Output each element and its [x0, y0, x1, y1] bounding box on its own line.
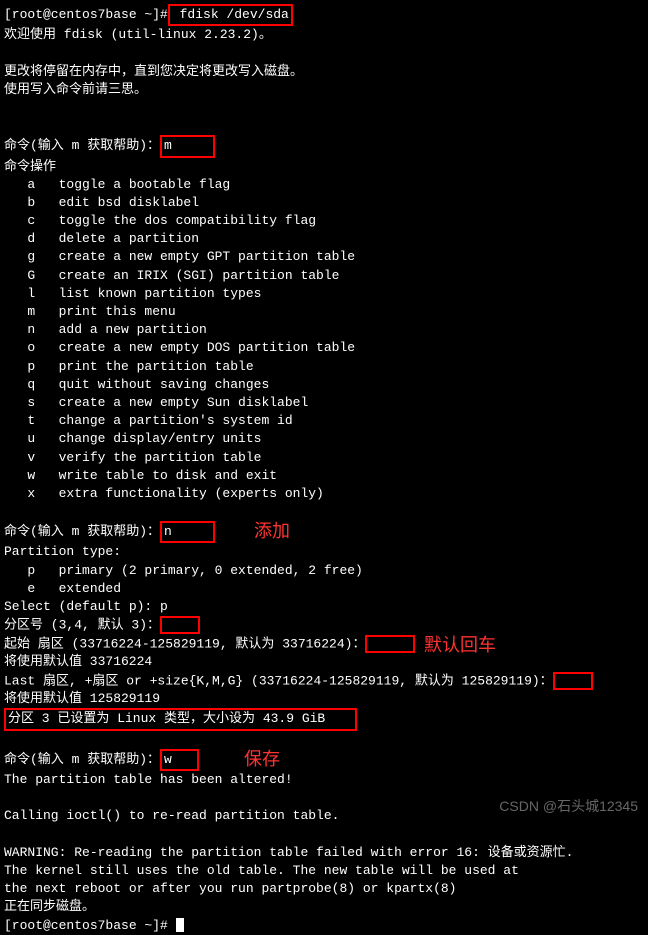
fdisk-menu-item: w write table to disk and exit [4, 467, 644, 485]
terminal-line: WARNING: Re-reading the partition table … [4, 844, 644, 862]
fdisk-menu-item: t change a partition's system id [4, 412, 644, 430]
terminal-line: 更改将停留在内存中，直到您决定将更改写入磁盘。 [4, 63, 644, 81]
fdisk-menu: a toggle a bootable flag b edit bsd disk… [4, 176, 644, 503]
highlight-command: fdisk /dev/sda [168, 4, 293, 26]
fdisk-menu-item: G create an IRIX (SGI) partition table [4, 267, 644, 285]
fdisk-menu-item: g create a new empty GPT partition table [4, 248, 644, 266]
fdisk-menu-item: c toggle the dos compatibility flag [4, 212, 644, 230]
fdisk-menu-item: x extra functionality (experts only) [4, 485, 644, 503]
fdisk-menu-item: s create a new empty Sun disklabel [4, 394, 644, 412]
highlight-empty-input [553, 672, 593, 690]
terminal-line: e extended [4, 580, 644, 598]
terminal-line: Select (default p): p [4, 598, 644, 616]
terminal-line: The kernel still uses the old table. The… [4, 862, 644, 880]
terminal-line: 命令(输入 m 获取帮助)：w 保存 [4, 749, 644, 771]
terminal-line [4, 99, 644, 117]
terminal-line [4, 117, 644, 135]
highlight-empty-input [365, 635, 415, 653]
highlight-empty-input [160, 616, 200, 634]
highlight-partition-result: 分区 3 已设置为 Linux 类型，大小设为 43.9 GiB [4, 708, 357, 730]
terminal-line [4, 44, 644, 62]
fdisk-menu-item: b edit bsd disklabel [4, 194, 644, 212]
fdisk-menu-item: n add a new partition [4, 321, 644, 339]
terminal-line: 将使用默认值 125829119 [4, 690, 644, 708]
terminal-line: Partition type: [4, 543, 644, 561]
shell-prompt: [root@centos7base ~]# [4, 7, 168, 22]
terminal-line [4, 503, 644, 521]
terminal-line: p primary (2 primary, 0 extended, 2 free… [4, 562, 644, 580]
highlight-input-m: m [160, 135, 215, 157]
terminal-line: 起始 扇区 (33716224-125829119, 默认为 33716224)… [4, 635, 644, 654]
terminal-line: 分区号 (3,4, 默认 3)： [4, 616, 644, 635]
highlight-input-n: n [160, 521, 215, 543]
terminal-line: 命令(输入 m 获取帮助)：m [4, 135, 644, 157]
terminal-line: 命令操作 [4, 158, 644, 176]
annotation-add: 添加 [254, 519, 290, 544]
fdisk-menu-item: v verify the partition table [4, 449, 644, 467]
terminal-line: [root@centos7base ~]# fdisk /dev/sda [4, 4, 644, 26]
terminal-line: 命令(输入 m 获取帮助)：n 添加 [4, 521, 644, 543]
terminal-line: 正在同步磁盘。 [4, 898, 644, 916]
fdisk-menu-item: m print this menu [4, 303, 644, 321]
terminal-line: 使用写入命令前请三思。 [4, 81, 644, 99]
terminal-line: 将使用默认值 33716224 [4, 653, 644, 671]
terminal-line: [root@centos7base ~]# [4, 917, 644, 935]
annotation-save: 保存 [244, 747, 280, 772]
terminal-line: The partition table has been altered! [4, 771, 644, 789]
fdisk-menu-item: p print the partition table [4, 358, 644, 376]
terminal-line [4, 826, 644, 844]
terminal-line: Last 扇区, +扇区 or +size{K,M,G} (33716224-1… [4, 672, 644, 691]
terminal-line [4, 731, 644, 749]
shell-prompt: [root@centos7base ~]# [4, 918, 168, 933]
fdisk-menu-item: u change display/entry units [4, 430, 644, 448]
terminal-line: 欢迎使用 fdisk (util-linux 2.23.2)。 [4, 26, 644, 44]
fdisk-menu-item: q quit without saving changes [4, 376, 644, 394]
terminal-line: the next reboot or after you run partpro… [4, 880, 644, 898]
cursor-icon [176, 918, 184, 932]
fdisk-menu-item: o create a new empty DOS partition table [4, 339, 644, 357]
fdisk-menu-item: a toggle a bootable flag [4, 176, 644, 194]
terminal-line: 分区 3 已设置为 Linux 类型，大小设为 43.9 GiB [4, 708, 644, 730]
fdisk-menu-item: l list known partition types [4, 285, 644, 303]
annotation-enter: 默认回车 [424, 633, 496, 658]
watermark: CSDN @石头城12345 [499, 797, 638, 817]
fdisk-menu-item: d delete a partition [4, 230, 644, 248]
highlight-input-w: w [160, 749, 199, 771]
